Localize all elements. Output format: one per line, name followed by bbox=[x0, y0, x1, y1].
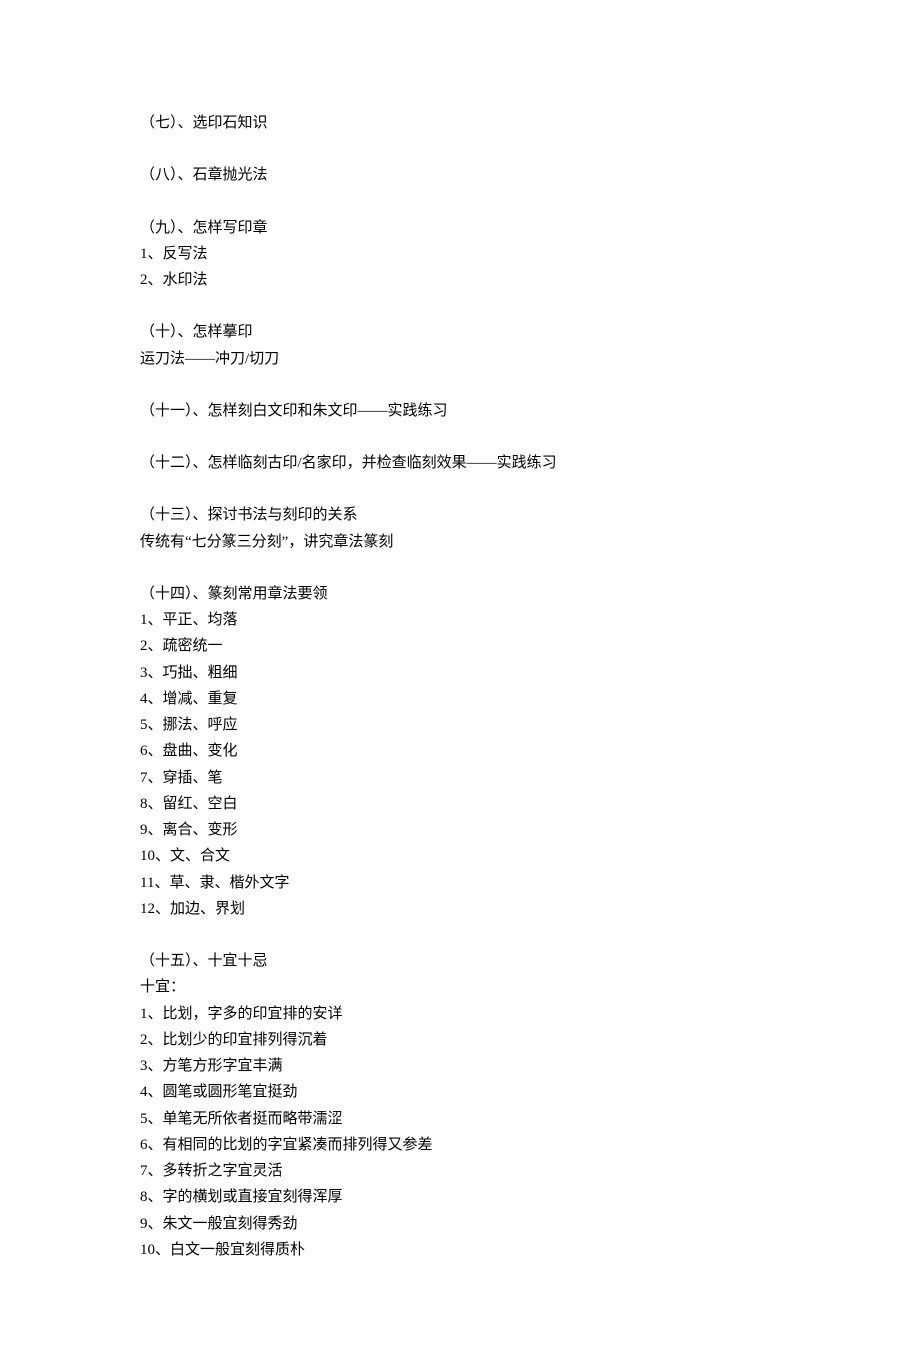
text-line: （十）、怎样摹印 bbox=[140, 319, 920, 345]
text-line: （九）、怎样写印章 bbox=[140, 215, 920, 241]
text-line: 5、挪法、呼应 bbox=[140, 712, 920, 738]
text-line: 4、增减、重复 bbox=[140, 686, 920, 712]
text-line: （十四）、篆刻常用章法要领 bbox=[140, 581, 920, 607]
text-line: 11、草、隶、楷外文字 bbox=[140, 870, 920, 896]
text-line: （十一）、怎样刻白文印和朱文印——实践练习 bbox=[140, 398, 920, 424]
document-page: （七）、选印石知识 （八）、石章抛光法 （九）、怎样写印章 1、反写法 2、水印… bbox=[0, 0, 920, 1349]
text-line: （七）、选印石知识 bbox=[140, 110, 920, 136]
section-14: （十四）、篆刻常用章法要领 1、平正、均落 2、疏密统一 3、巧拙、粗细 4、增… bbox=[140, 581, 920, 922]
text-line: 运刀法——冲刀/切刀 bbox=[140, 346, 920, 372]
text-line: （八）、石章抛光法 bbox=[140, 162, 920, 188]
text-line: 2、水印法 bbox=[140, 267, 920, 293]
section-11: （十一）、怎样刻白文印和朱文印——实践练习 bbox=[140, 398, 920, 424]
text-line: 12、加边、界划 bbox=[140, 896, 920, 922]
text-line: 1、反写法 bbox=[140, 241, 920, 267]
text-line: 1、比划，字多的印宜排的安详 bbox=[140, 1001, 920, 1027]
text-line: 8、字的横划或直接宜刻得浑厚 bbox=[140, 1184, 920, 1210]
text-line: 10、白文一般宜刻得质朴 bbox=[140, 1237, 920, 1263]
text-line: 2、比划少的印宜排列得沉着 bbox=[140, 1027, 920, 1053]
section-10: （十）、怎样摹印 运刀法——冲刀/切刀 bbox=[140, 319, 920, 372]
text-line: （十二）、怎样临刻古印/名家印，并检查临刻效果——实践练习 bbox=[140, 450, 920, 476]
section-15: （十五）、十宜十忌 十宜： 1、比划，字多的印宜排的安详 2、比划少的印宜排列得… bbox=[140, 948, 920, 1263]
text-line: 7、多转折之字宜灵活 bbox=[140, 1158, 920, 1184]
text-line: （十三）、探讨书法与刻印的关系 bbox=[140, 502, 920, 528]
text-line: 9、离合、变形 bbox=[140, 817, 920, 843]
text-line: 4、圆笔或圆形笔宜挺劲 bbox=[140, 1079, 920, 1105]
text-line: 6、有相同的比划的字宜紧凑而排列得又参差 bbox=[140, 1132, 920, 1158]
section-13: （十三）、探讨书法与刻印的关系 传统有“七分篆三分刻”，讲究章法篆刻 bbox=[140, 502, 920, 555]
text-line: 10、文、合文 bbox=[140, 843, 920, 869]
section-12: （十二）、怎样临刻古印/名家印，并检查临刻效果——实践练习 bbox=[140, 450, 920, 476]
section-7: （七）、选印石知识 bbox=[140, 110, 920, 136]
text-line: 5、单笔无所依者挺而略带濡涩 bbox=[140, 1106, 920, 1132]
section-8: （八）、石章抛光法 bbox=[140, 162, 920, 188]
section-9: （九）、怎样写印章 1、反写法 2、水印法 bbox=[140, 215, 920, 294]
text-line: 传统有“七分篆三分刻”，讲究章法篆刻 bbox=[140, 529, 920, 555]
text-line: 9、朱文一般宜刻得秀劲 bbox=[140, 1211, 920, 1237]
text-line: 1、平正、均落 bbox=[140, 607, 920, 633]
text-line: 6、盘曲、变化 bbox=[140, 738, 920, 764]
text-line: 2、疏密统一 bbox=[140, 633, 920, 659]
text-line: （十五）、十宜十忌 bbox=[140, 948, 920, 974]
text-line: 7、穿插、笔 bbox=[140, 765, 920, 791]
text-line: 3、巧拙、粗细 bbox=[140, 660, 920, 686]
text-line: 8、留红、空白 bbox=[140, 791, 920, 817]
text-line: 3、方笔方形字宜丰满 bbox=[140, 1053, 920, 1079]
text-line: 十宜： bbox=[140, 974, 920, 1000]
